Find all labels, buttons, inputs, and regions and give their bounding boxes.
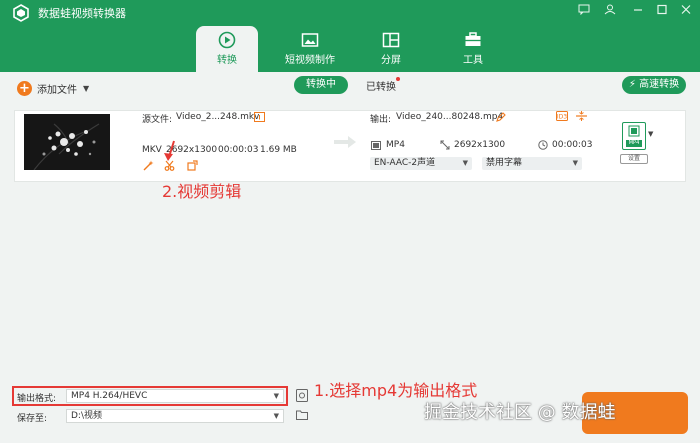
annotation-arrow-icon: [164, 140, 175, 161]
film-icon: [628, 125, 640, 137]
tab-convert[interactable]: 转换: [196, 26, 258, 72]
subtitle-select[interactable]: 禁用字幕 ▼: [482, 157, 582, 170]
tab-split-screen-label: 分屏: [381, 55, 401, 66]
output-format-label: 输出格式:: [17, 394, 57, 404]
tab-tools[interactable]: 工具: [444, 26, 502, 72]
svg-text:ID3: ID3: [557, 114, 567, 121]
user-icon[interactable]: [602, 4, 618, 18]
short-video-icon: [301, 33, 319, 47]
source-format: MKV: [142, 145, 162, 155]
save-path-select[interactable]: D:\视频 ▼: [66, 409, 284, 423]
output-file-name: Video_240...80248.mp4: [396, 112, 504, 122]
output-duration: 00:00:03: [552, 140, 593, 150]
edit-pencil-icon[interactable]: [496, 112, 506, 125]
app-logo-icon: [13, 4, 29, 22]
edit-crop-icon[interactable]: [187, 160, 198, 174]
output-format-value: MP4 H.264/HEVC: [71, 391, 148, 401]
compress-icon[interactable]: [576, 111, 587, 124]
notification-dot: [396, 77, 400, 81]
toolbar: [0, 72, 700, 106]
clock-icon: [538, 140, 548, 153]
id3-tag-icon[interactable]: ID3: [556, 111, 568, 124]
tab-short-video-label: 短视频制作: [285, 55, 335, 66]
output-resolution: 2692x1300: [454, 140, 506, 150]
tab-tools-label: 工具: [463, 55, 483, 66]
format-settings-button[interactable]: 设置: [620, 154, 648, 164]
info-icon[interactable]: [254, 112, 265, 125]
annotation-step2: 2.视频剪辑: [162, 182, 242, 201]
feedback-icon[interactable]: [576, 4, 592, 18]
add-file-label: 添加文件: [37, 84, 77, 96]
video-format-icon: [371, 140, 381, 153]
convert-icon: [218, 31, 236, 49]
video-thumbnail[interactable]: [24, 114, 110, 170]
output-format-select[interactable]: MP4 H.264/HEVC ▼: [66, 389, 284, 403]
minimize-icon[interactable]: [630, 4, 646, 18]
blossom-image: [24, 114, 110, 170]
audio-track-select[interactable]: EN-AAC-2声道 ▼: [370, 157, 472, 170]
chevron-down-icon[interactable]: ▼: [648, 130, 653, 138]
output-label: 输出:: [370, 115, 392, 125]
arrow-right-icon: [334, 136, 356, 151]
source-label: 源文件:: [142, 115, 173, 125]
resize-icon: [440, 140, 450, 153]
subtitle-value: 禁用字幕: [486, 158, 523, 168]
chevron-down-icon: ▼: [273, 392, 279, 400]
source-file-name: Video_2...248.mkv: [176, 112, 260, 122]
tab-convert-label: 转换: [217, 55, 237, 66]
folder-icon[interactable]: [296, 409, 308, 423]
magic-wand-icon[interactable]: [143, 160, 154, 174]
tab-short-video[interactable]: 短视频制作: [278, 26, 342, 72]
source-size: 1.69 MB: [260, 145, 297, 155]
tab-split-screen[interactable]: 分屏: [362, 26, 420, 72]
close-icon[interactable]: [678, 4, 694, 18]
watermark-text: 掘金技术社区 @ 数据蛙: [424, 402, 616, 423]
toolbox-icon: [465, 32, 481, 46]
chevron-down-icon: ▼: [462, 159, 468, 167]
audio-track-value: EN-AAC-2声道: [374, 158, 436, 168]
plus-icon: +: [17, 80, 32, 96]
save-path-value: D:\视频: [71, 411, 102, 421]
output-format-card[interactable]: MP4: [622, 122, 646, 150]
scissors-icon[interactable]: [164, 160, 175, 174]
output-format: MP4: [386, 140, 405, 150]
chevron-down-icon: ▼: [572, 159, 578, 167]
lightning-icon: ⚡: [628, 79, 636, 90]
format-badge: MP4: [626, 140, 642, 147]
speed-convert-label: 高速转换: [639, 79, 680, 90]
speed-convert-button[interactable]: ⚡ 高速转换: [622, 76, 686, 94]
tab-converted[interactable]: 已转换: [366, 78, 396, 93]
app-title: 数据蛙视频转换器: [38, 7, 126, 20]
tab-converting[interactable]: 转换中: [294, 76, 348, 94]
maximize-icon[interactable]: [654, 4, 670, 18]
split-screen-icon: [382, 32, 400, 48]
source-duration: 00:00:03: [218, 145, 259, 155]
chevron-down-icon[interactable]: ▼: [83, 84, 89, 93]
chevron-down-icon: ▼: [273, 412, 279, 420]
save-to-label: 保存至:: [17, 414, 48, 424]
add-file-button[interactable]: + 添加文件 ▼: [17, 79, 89, 97]
format-settings-icon[interactable]: [296, 389, 308, 405]
